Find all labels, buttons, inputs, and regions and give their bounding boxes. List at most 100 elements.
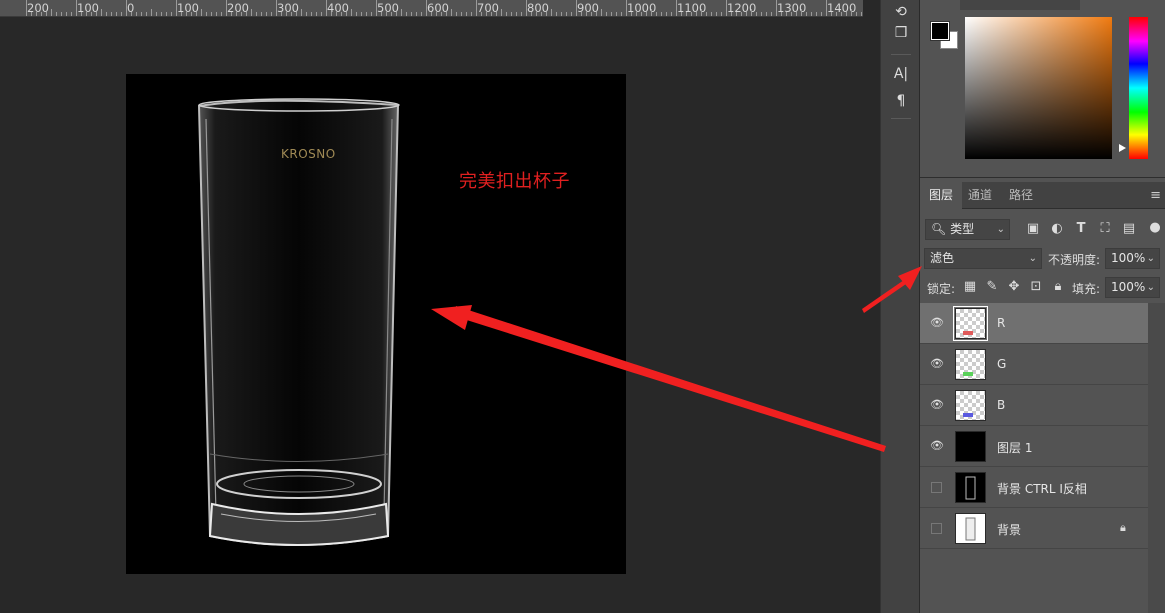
document-canvas[interactable]: KROSNO 完美扣出杯子 [126,74,626,574]
ruler-tick [376,0,377,16]
ruler-tick [706,12,707,16]
ruler-tick [201,9,202,16]
lock-brush-icon[interactable]: ✎ [983,279,1001,294]
layer-row[interactable]: 👁︎ 图层 1 [920,426,1148,467]
lock-all-icon[interactable]: 🔒︎ [1049,279,1067,294]
ruler-tick [736,12,737,16]
lock-row: 锁定: ▦ ✎ ✥ ⊡ 🔒︎ 填充: 100% ⌄ [920,277,1165,299]
ruler-tick [321,12,322,16]
hue-slider[interactable] [1129,17,1148,159]
smart-object-filter-icon[interactable]: ▤ [1120,221,1138,236]
glass-thumb-icon [965,517,976,541]
pixel-filter-icon[interactable]: ▣ [1024,221,1042,236]
layer-thumbnail [955,390,986,421]
ruler-tick [676,0,677,16]
filter-kind-dropdown[interactable]: 🔍︎ 类型 ⌄ [925,219,1010,240]
eye-icon[interactable]: 👁︎ [930,399,944,411]
ruler-tick [741,12,742,16]
ruler-tick [86,12,87,16]
layer-name[interactable]: 背景 CTRL I反相 [997,480,1087,497]
ruler-tick [571,12,572,16]
3d-object-icon[interactable]: ❒ [885,21,917,45]
layer-row[interactable]: 背景 CTRL I反相 [920,467,1148,508]
layer-name[interactable]: G [997,357,1006,371]
layer-row[interactable]: 👁︎ R [920,303,1148,344]
ruler-tick [346,12,347,16]
ruler-tick [436,12,437,16]
layers-empty-area [920,549,1148,613]
layer-row[interactable]: 背景 🔒︎ [920,508,1148,549]
ruler-tick [281,12,282,16]
layer-name[interactable]: R [997,316,1005,330]
ruler-tick [616,12,617,16]
ruler-tick [196,12,197,16]
panel-menu-icon[interactable]: ≡ [1150,188,1161,203]
saturation-value-field[interactable] [965,17,1112,159]
layer-name[interactable]: 图层 1 [997,439,1032,456]
ruler-tick [241,12,242,16]
ruler-tick [726,0,727,16]
layer-name[interactable]: 背景 [997,521,1021,538]
ruler-tick [771,12,772,16]
ruler-tick [101,9,102,16]
ruler-tick [821,12,822,16]
visibility-toggle[interactable] [931,482,942,493]
ruler-tick [681,12,682,16]
shape-filter-icon[interactable]: ⛶ [1096,221,1114,236]
tab-paths[interactable]: 路径 [1000,182,1042,209]
ruler-tick [721,12,722,16]
ruler-tick [186,12,187,16]
ruler-tick [271,12,272,16]
thumb-tint [963,331,973,335]
annotation-text: 完美扣出杯子 [459,171,570,192]
blend-mode-dropdown[interactable]: 滤色 ⌄ [924,248,1042,269]
tab-channels[interactable]: 通道 [959,182,1001,209]
ruler-tick [296,12,297,16]
layers-panel-tabs: 图层 通道 路径 ≡ [920,182,1165,209]
eye-icon[interactable]: 👁︎ [930,440,944,452]
type-filter-icon[interactable]: T [1072,221,1090,236]
ruler-tick [531,12,532,16]
ruler-tick [686,12,687,16]
eye-icon[interactable]: 👁︎ [930,358,944,370]
tab-layers[interactable]: 图层 [920,182,963,209]
layers-scrollbar[interactable] [1148,303,1165,613]
thumb-tint [963,372,973,376]
character-icon[interactable]: A| [885,62,917,86]
ruler-tick [81,12,82,16]
adjustment-filter-icon[interactable]: ◐ [1048,221,1066,236]
ruler-tick [746,12,747,16]
layer-name[interactable]: B [997,398,1005,412]
ruler-tick [116,12,117,16]
thumb-tint [963,413,973,417]
layer-row[interactable]: 👁︎ B [920,385,1148,426]
opacity-field[interactable]: 100% ⌄ [1105,248,1160,269]
ruler-tick [411,12,412,16]
ruler-tick [491,12,492,16]
ruler-tick [441,12,442,16]
lock-artboard-icon[interactable]: ⊡ [1027,279,1045,294]
horizontal-ruler[interactable]: 200 100 0 100 200 300 400 500 600 700 80… [0,0,863,17]
canvas-area[interactable]: KROSNO 完美扣出杯子 [0,17,863,613]
ruler-tick [231,12,232,16]
paragraph-icon[interactable]: ¶ [885,89,917,113]
chevron-down-icon: ⌄ [1028,253,1037,264]
ruler-tick [601,9,602,16]
hue-marker[interactable] [1119,144,1126,152]
ruler-tick [516,12,517,16]
ruler-tick [806,12,807,16]
ruler-tick [306,12,307,16]
glass-thumb-icon [965,476,976,500]
ruler-tick [311,12,312,16]
lock-position-icon[interactable]: ✥ [1005,279,1023,294]
foreground-color-swatch[interactable] [931,22,949,40]
lock-transparent-icon[interactable]: ▦ [961,279,979,294]
ruler-tick [141,12,142,16]
ruler-tick [551,9,552,16]
fill-field[interactable]: 100% ⌄ [1105,277,1160,298]
eye-icon[interactable]: 👁︎ [930,317,944,329]
layer-row[interactable]: 👁︎ G [920,344,1148,385]
filter-toggle-icon[interactable]: ● [1146,220,1164,235]
ruler-tick [91,12,92,16]
visibility-toggle[interactable] [931,523,942,534]
